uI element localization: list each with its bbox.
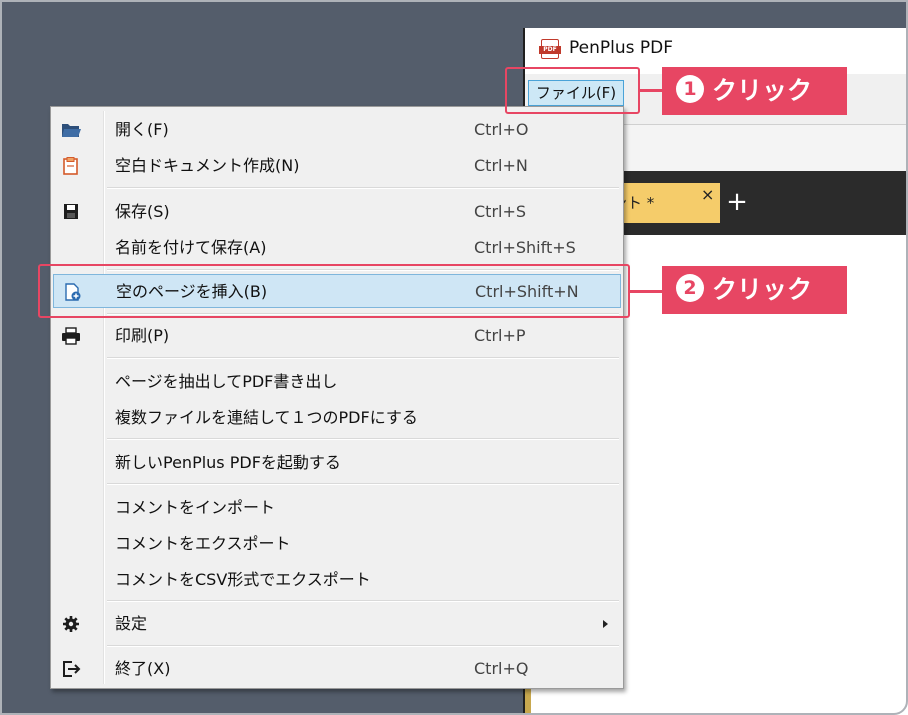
exit-icon: [63, 661, 81, 677]
submenu-arrow-icon: [603, 620, 608, 628]
annotation-text-2: クリック: [712, 275, 813, 304]
menu-separator: [107, 187, 619, 189]
menu-item-export-comments-csv[interactable]: コメントをCSV形式でエクスポート: [53, 563, 621, 597]
menu-item-label: 設定: [115, 614, 148, 633]
gear-icon: [63, 616, 79, 632]
menu-item-shortcut: Ctrl+N: [474, 156, 528, 175]
close-icon[interactable]: ×: [701, 175, 714, 215]
annotation-number-1: 1: [676, 75, 704, 103]
annotation-highlight-2: [38, 264, 630, 318]
menu-item-label: コメントをエクスポート: [115, 534, 291, 553]
menu-item-open[interactable]: 開く(F) Ctrl+O: [53, 113, 621, 147]
annotation-number-2: 2: [676, 274, 704, 302]
menu-item-shortcut: Ctrl+S: [474, 202, 527, 221]
menu-item-exit[interactable]: 終了(X) Ctrl+Q: [53, 652, 621, 686]
annotation-label-1: 1 クリック: [662, 67, 847, 115]
menu-item-label: 複数ファイルを連結して１つのPDFにする: [115, 408, 418, 427]
menu-item-label: 印刷(P): [115, 326, 170, 345]
menu-item-settings[interactable]: 設定: [53, 607, 621, 641]
menu-item-shortcut: Ctrl+P: [474, 326, 526, 345]
annotation-label-2: 2 クリック: [662, 266, 847, 314]
window-title: PenPlus PDF: [569, 38, 674, 58]
file-dropdown-menu: 開く(F) Ctrl+O 空白ドキュメント作成(N) Ctrl+N 保存(S) …: [50, 106, 624, 689]
pdf-app-icon: PDF: [539, 39, 561, 59]
menu-item-label: 開く(F): [115, 120, 169, 139]
menu-item-shortcut: Ctrl+Shift+S: [474, 238, 576, 257]
printer-icon: [62, 327, 80, 345]
menu-item-export-comments[interactable]: コメントをエクスポート: [53, 527, 621, 561]
menu-item-save-as[interactable]: 名前を付けて保存(A) Ctrl+Shift+S: [53, 231, 621, 265]
save-icon: [64, 204, 78, 219]
menu-item-shortcut: Ctrl+O: [474, 120, 529, 139]
menu-item-label: 新しいPenPlus PDFを起動する: [115, 453, 341, 472]
annotation-connector-2: [630, 290, 662, 293]
new-document-icon: [63, 157, 78, 175]
menu-item-shortcut: Ctrl+Q: [474, 659, 529, 678]
menu-item-label: コメントをインポート: [115, 498, 276, 517]
menu-item-print[interactable]: 印刷(P) Ctrl+P: [53, 319, 621, 353]
menu-item-new-blank[interactable]: 空白ドキュメント作成(N) Ctrl+N: [53, 149, 621, 183]
menu-item-label: 保存(S): [115, 202, 170, 221]
menu-item-label: コメントをCSV形式でエクスポート: [115, 570, 371, 589]
menu-item-merge-files[interactable]: 複数ファイルを連結して１つのPDFにする: [53, 401, 621, 435]
menu-separator: [107, 357, 619, 359]
folder-open-icon: [62, 124, 81, 137]
menu-separator: [107, 483, 619, 485]
menu-item-import-comments[interactable]: コメントをインポート: [53, 491, 621, 525]
menu-item-launch-new[interactable]: 新しいPenPlus PDFを起動する: [53, 446, 621, 480]
annotation-text-1: クリック: [712, 76, 813, 105]
title-bar: PDF PenPlus PDF: [525, 28, 908, 70]
add-tab-button[interactable]: +: [723, 185, 751, 221]
menu-item-label: 終了(X): [115, 659, 171, 678]
menu-separator: [107, 438, 619, 440]
menu-item-extract-pages[interactable]: ページを抽出してPDF書き出し: [53, 365, 621, 399]
menu-separator: [107, 600, 619, 602]
menu-separator: [107, 645, 619, 647]
menu-item-label: 空白ドキュメント作成(N): [115, 156, 300, 175]
annotation-highlight-1: [505, 67, 640, 114]
menu-item-save[interactable]: 保存(S) Ctrl+S: [53, 195, 621, 229]
menu-item-label: 名前を付けて保存(A): [115, 238, 267, 257]
app-icon-text: PDF: [539, 46, 561, 54]
annotation-connector-1: [640, 89, 662, 92]
menu-item-label: ページを抽出してPDF書き出し: [115, 372, 338, 391]
